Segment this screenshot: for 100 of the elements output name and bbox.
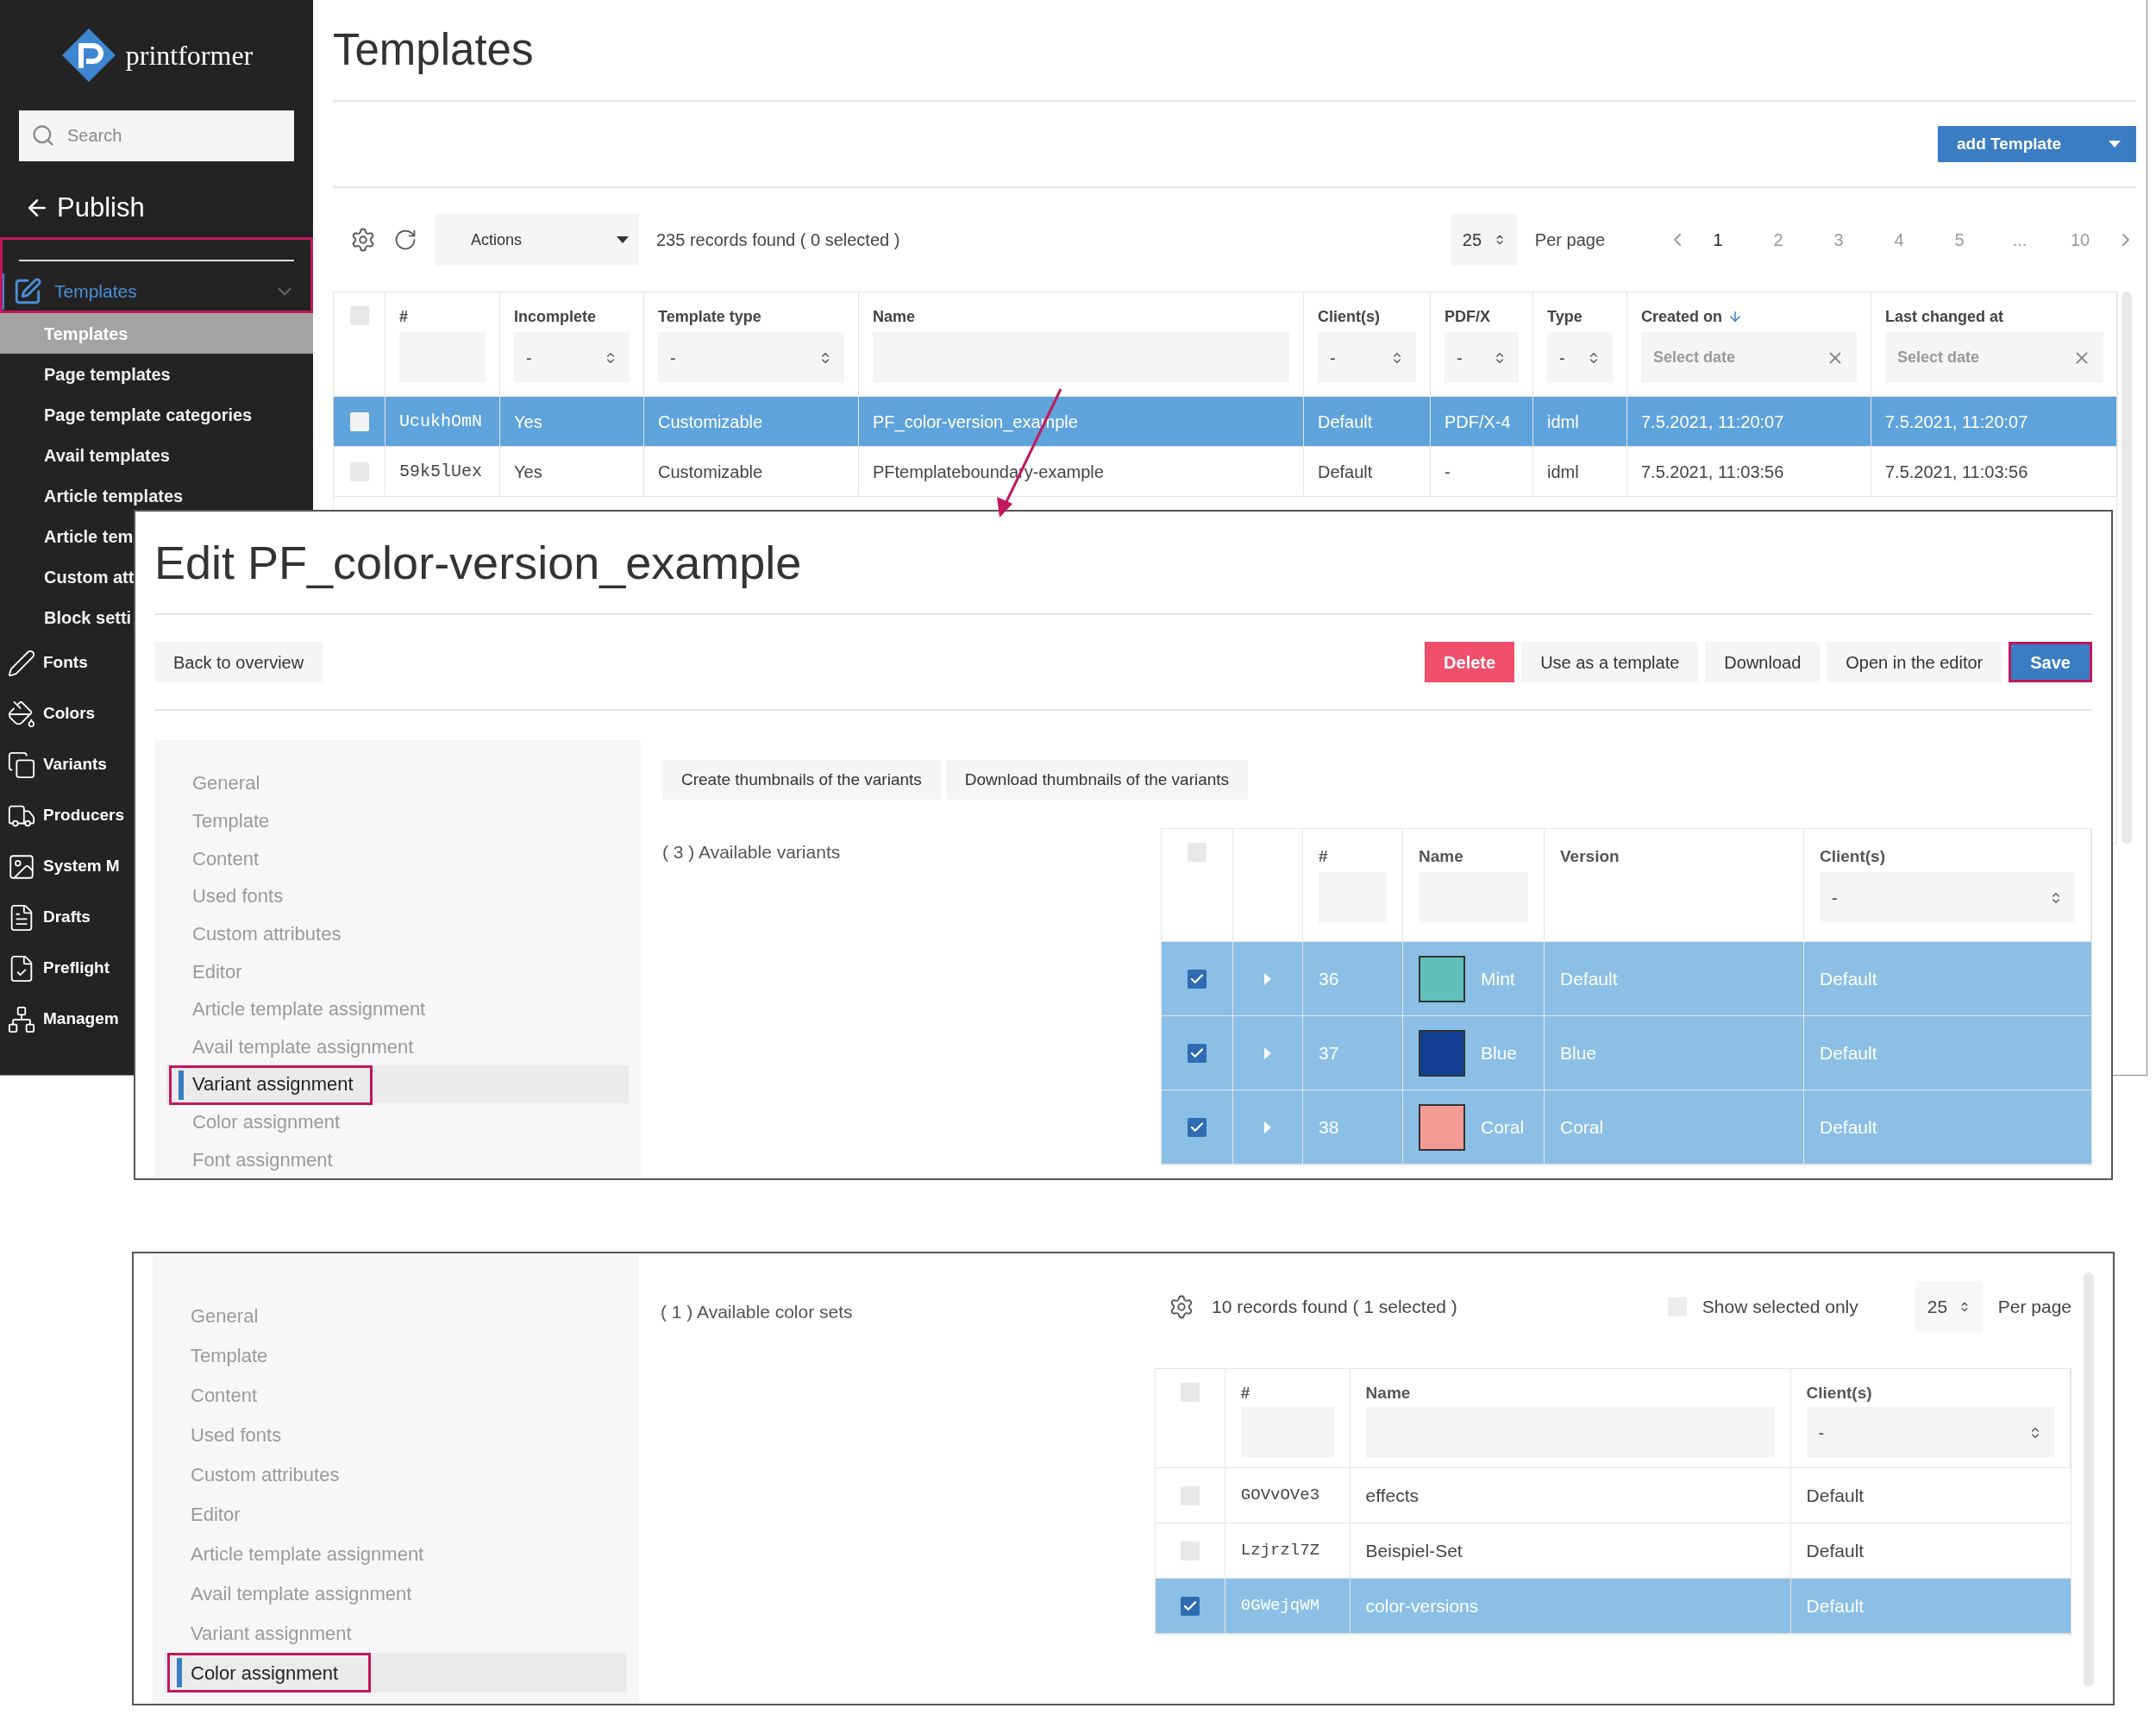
sidebar-subitem[interactable]: Page template categories: [44, 401, 253, 428]
table-cell-text: effects: [1365, 1484, 1420, 1507]
sidebar-item[interactable]: Producers: [0, 790, 124, 841]
action-button[interactable]: Download: [1705, 642, 1821, 682]
table-cell-text: Coral: [1481, 1115, 1525, 1139]
sidebar-item[interactable]: Managem: [0, 994, 119, 1045]
column-header[interactable]: Name: [1419, 845, 1528, 865]
per-page-select[interactable]: 25: [1915, 1281, 1983, 1333]
logo-text: printformer: [125, 39, 254, 72]
table-cell-text: 38: [1319, 1115, 1339, 1139]
checkbox[interactable]: [1188, 969, 1206, 989]
column-header[interactable]: Client(s): [1820, 845, 2075, 865]
sidebar-item[interactable]: Drafts: [0, 892, 91, 943]
column-header[interactable]: PDF/X: [1445, 306, 1519, 327]
expand-caret-icon[interactable]: [1263, 1046, 1273, 1059]
back-button[interactable]: Back to overview: [154, 642, 323, 682]
thumbnail-button[interactable]: Download thumbnails of the variants: [945, 760, 1249, 800]
filter-select[interactable]: -: [1820, 872, 2075, 923]
column-header[interactable]: #: [1240, 1381, 1334, 1402]
action-button[interactable]: Use as a template: [1521, 642, 1699, 682]
column-header[interactable]: Name: [873, 306, 1289, 327]
column-header[interactable]: Incomplete: [514, 306, 630, 327]
column-header[interactable]: Last changed at: [1885, 306, 2103, 327]
table-row[interactable]: Lzjrzl7Z Beispiel-Set Default: [1156, 1523, 2071, 1579]
page-title: Templates: [333, 23, 534, 76]
search-field[interactable]: Search: [19, 110, 294, 161]
filter-select[interactable]: -: [1547, 332, 1613, 383]
caret-icon: [2109, 141, 2121, 148]
column-header[interactable]: Client(s): [1806, 1381, 2054, 1402]
nav-item[interactable]: Variant assignment: [166, 1065, 629, 1103]
column-header[interactable]: #: [399, 306, 486, 327]
settings-icon[interactable]: [1169, 1294, 1194, 1320]
column-header[interactable]: Template type: [658, 306, 844, 327]
table-cell-text: Lzjrzl7Z: [1240, 1540, 1320, 1562]
add-template-button[interactable]: add Template: [1938, 126, 2136, 162]
per-page-select[interactable]: 25: [1450, 214, 1518, 266]
sidebar-subitem[interactable]: Article templates: [44, 482, 184, 509]
table-cell-text: color-versions: [1365, 1594, 1479, 1617]
checkbox[interactable]: [1188, 1043, 1206, 1063]
table-cell-text: Blue: [1481, 1041, 1518, 1064]
column-header[interactable]: Name: [1365, 1381, 1775, 1402]
column-header[interactable]: #: [1319, 845, 1387, 865]
table-cell-text: 7.5.2021, 11:03:56: [1885, 461, 2028, 483]
table-cell-text: idml: [1547, 461, 1579, 483]
sidebar-subitem[interactable]: Page templates: [44, 361, 171, 387]
action-button[interactable]: Delete: [1425, 642, 1515, 682]
actions-select[interactable]: Actions: [435, 214, 639, 266]
sidebar-subitem[interactable]: Avail templates: [44, 442, 170, 468]
column-header[interactable]: Type: [1547, 306, 1613, 327]
sidebar-subitem[interactable]: Block setti: [44, 604, 132, 631]
action-button[interactable]: Save: [2009, 642, 2092, 682]
nav-item[interactable]: Color assignment: [165, 1653, 627, 1692]
table-cell-text: Default: [1318, 461, 1373, 483]
table-row[interactable]: GOVvOVe3 effects Default: [1156, 1468, 2071, 1523]
action-button[interactable]: Open in the editor: [1827, 642, 2002, 682]
sidebar-item[interactable]: Fonts: [0, 637, 88, 688]
expand-caret-icon[interactable]: [1263, 1121, 1273, 1134]
filter-select[interactable]: -: [658, 332, 844, 383]
filter-select[interactable]: -: [1445, 332, 1519, 383]
records-count: 235 records found ( 0 selected ): [656, 229, 900, 251]
column-header[interactable]: Version: [1560, 845, 1788, 865]
sidebar-item[interactable]: System M: [0, 841, 120, 892]
per-page-label: Per page: [1997, 1296, 2071, 1319]
variants-count: ( 3 ) Available variants: [662, 841, 842, 864]
records-count: 10 records found ( 1 selected ): [1212, 1296, 1457, 1319]
sidebar-item[interactable]: Colors: [0, 688, 96, 739]
pages-icon: [7, 750, 36, 780]
active-indicator: [177, 1658, 182, 1687]
table-cell-text: idml: [1547, 411, 1579, 433]
show-selected-toggle[interactable]: Show selected only: [1667, 1293, 1858, 1321]
sidebar-subitem[interactable]: Custom att: [44, 563, 135, 590]
table-cell-text: Default: [1820, 1041, 1877, 1064]
checkbox[interactable]: [1180, 1596, 1200, 1616]
sidebar-item[interactable]: Variants: [0, 739, 107, 790]
table-cell-text: Default: [1820, 967, 1877, 990]
settings-icon[interactable]: [350, 227, 376, 253]
sidebar-subitem[interactable]: Article tem: [44, 523, 134, 550]
table-cell-text: Default: [1806, 1484, 1865, 1507]
refresh-icon[interactable]: [393, 228, 417, 252]
page-link[interactable]: 1: [1688, 227, 1748, 253]
table-cell-text: Default: [1806, 1594, 1865, 1617]
table-cell-text: Default: [1806, 1539, 1865, 1562]
edit-title: Edit PF_color-version_example: [154, 535, 802, 590]
table-cell-text: UcukhOmN: [399, 410, 482, 433]
expand-caret-icon[interactable]: [1263, 972, 1273, 985]
paint-bucket-icon: [7, 699, 36, 729]
table-cell-text: 37: [1319, 1041, 1339, 1064]
filter-select[interactable]: -: [1318, 332, 1416, 383]
back-link[interactable]: Publish: [24, 191, 313, 225]
checkbox[interactable]: [349, 411, 369, 431]
network-icon: [7, 1004, 36, 1034]
thumbnail-button[interactable]: Create thumbnails of the variants: [662, 760, 941, 800]
table-cell-text: Customizable: [658, 411, 763, 433]
filter-select[interactable]: -: [514, 332, 630, 383]
table-cell-text: Blue: [1560, 1041, 1597, 1064]
sidebar-item[interactable]: Preflight: [0, 943, 110, 994]
checkbox[interactable]: [1188, 1117, 1206, 1137]
column-header[interactable]: Client(s): [1318, 306, 1416, 327]
filter-select[interactable]: -: [1806, 1407, 2054, 1458]
column-header[interactable]: Created on: [1641, 306, 1857, 327]
